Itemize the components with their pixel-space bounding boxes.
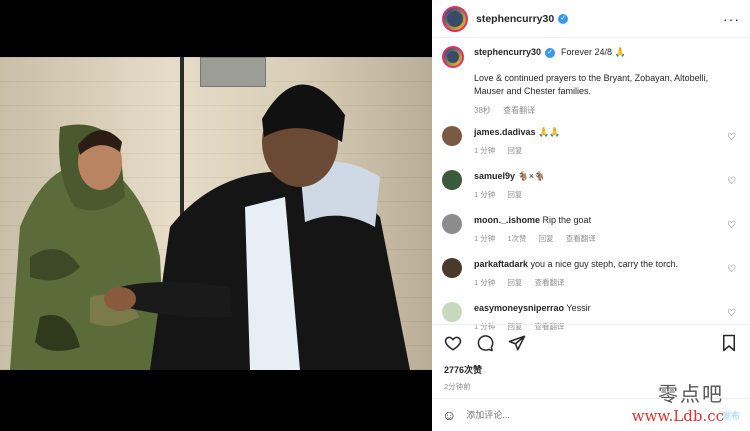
verified-badge-icon: ✓ (558, 13, 569, 24)
likes-count[interactable]: 2776次赞 (444, 363, 738, 376)
comment-text: 🙏🙏 (538, 127, 561, 137)
see-translation-link[interactable]: 查看翻译 (566, 234, 596, 243)
comment-avatar[interactable] (442, 214, 462, 234)
comment-bubble-icon[interactable] (476, 334, 494, 352)
comment-text: you a nice guy steph, carry the torch. (530, 259, 679, 269)
comment-username[interactable]: moon._.ishome (474, 215, 540, 225)
reply-link[interactable]: 回复 (507, 190, 522, 199)
bookmark-icon[interactable] (720, 334, 738, 352)
share-send-icon[interactable] (508, 334, 526, 352)
comment-item: moon._.ishome Rip the goat 1 分钟 1次赞 回复 查… (442, 208, 740, 252)
post-actions: 2776次赞 2分钟前 (432, 324, 750, 392)
comment-likes[interactable]: 1次赞 (507, 234, 526, 243)
caption-username[interactable]: stephencurry30 (474, 46, 541, 59)
author-username[interactable]: stephencurry30 (476, 13, 554, 25)
reply-link[interactable]: 回复 (539, 234, 554, 243)
media-panel (0, 0, 432, 431)
reply-link[interactable]: 回复 (507, 278, 522, 287)
comment-username[interactable]: samuel9y (474, 171, 515, 181)
comment-username[interactable]: parkaftadark (474, 259, 528, 269)
caption-meta: 38秒 查看翻译 (474, 104, 740, 117)
comment-avatar[interactable] (442, 302, 462, 322)
comment-text: 🐐×🐐 (517, 171, 546, 181)
post-comment-button[interactable]: 发布 (722, 409, 740, 422)
comment-time: 1 分钟 (474, 146, 496, 155)
comment-like-heart-icon[interactable]: ♡ (727, 264, 736, 275)
see-translation-link[interactable]: 查看翻译 (503, 106, 535, 115)
comment-item: parkaftadark you a nice guy steph, carry… (442, 252, 740, 296)
post-age: 2分钟前 (444, 382, 471, 391)
comment-avatar[interactable] (442, 258, 462, 278)
comments-list: james.dadivas 🙏🙏 1 分钟 回复 ♡ samuel9y 🐐×🐐 … (432, 120, 750, 340)
post-caption: stephencurry30 ✓ Forever 24/8 🙏 Love & c… (432, 38, 750, 120)
caption-avatar[interactable] (442, 46, 464, 68)
comment-item: samuel9y 🐐×🐐 1 分钟 回复 ♡ (442, 164, 740, 208)
comment-text: Rip the goat (542, 215, 592, 225)
comment-time: 1 分钟 (474, 234, 496, 243)
comment-avatar[interactable] (442, 126, 462, 146)
like-heart-icon[interactable] (444, 334, 462, 352)
comment-username[interactable]: easymoneysniperrao (474, 303, 564, 313)
comment-time: 1 分钟 (474, 190, 496, 199)
caption-title: Forever 24/8 🙏 (561, 47, 626, 57)
comment-like-heart-icon[interactable]: ♡ (727, 220, 736, 231)
comment-like-heart-icon[interactable]: ♡ (727, 132, 736, 143)
comment-username[interactable]: james.dadivas (474, 127, 536, 137)
add-comment-bar: ☺ 发布 (432, 398, 750, 431)
comment-input[interactable] (466, 410, 687, 420)
comment-like-heart-icon[interactable]: ♡ (727, 308, 736, 319)
post-photo[interactable] (0, 57, 432, 370)
caption-verified-icon: ✓ (545, 47, 556, 58)
comment-text: Yessir (566, 303, 591, 313)
comment-item: james.dadivas 🙏🙏 1 分钟 回复 ♡ (442, 120, 740, 164)
caption-body: stephencurry30 ✓ Forever 24/8 🙏 Love & c… (474, 46, 740, 120)
emoji-icon[interactable]: ☺ (442, 407, 456, 423)
post-header: stephencurry30 ✓ ··· (432, 0, 750, 38)
see-translation-link[interactable]: 查看翻译 (534, 278, 564, 287)
more-options-icon[interactable]: ··· (723, 11, 740, 27)
caption-text: Love & continued prayers to the Bryant, … (474, 73, 709, 96)
caption-time: 38秒 (474, 106, 491, 115)
comment-time: 1 分钟 (474, 278, 496, 287)
comment-avatar[interactable] (442, 170, 462, 190)
post-sidebar: stephencurry30 ✓ ··· stephencurry30 ✓ Fo… (432, 0, 750, 431)
author-avatar[interactable] (442, 5, 468, 32)
reply-link[interactable]: 回复 (507, 146, 522, 155)
comment-like-heart-icon[interactable]: ♡ (727, 176, 736, 187)
people-illustration (10, 84, 410, 370)
